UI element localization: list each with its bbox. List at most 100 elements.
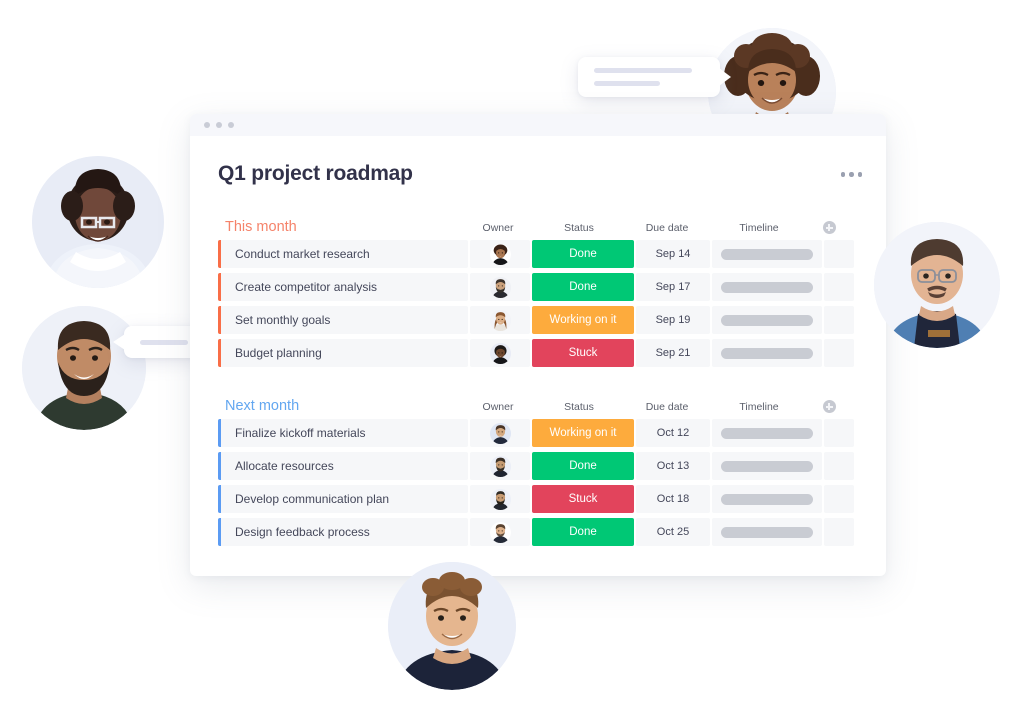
bubble-line (594, 81, 660, 86)
timeline-cell[interactable] (712, 273, 822, 301)
table-row: Create competitor analysis Done Sep 17 (218, 273, 858, 301)
column-header-due-date[interactable]: Due date (630, 401, 704, 414)
status-badge[interactable]: Working on it (532, 419, 634, 447)
timeline-cell[interactable] (712, 240, 822, 268)
row-extra-cell (824, 452, 854, 480)
timeline-bar-track[interactable] (721, 493, 813, 505)
avatar-woman-long-hair[interactable] (489, 309, 511, 331)
avatar-woman-dark-hair[interactable] (489, 342, 511, 364)
avatar-man-bald-beard[interactable] (489, 488, 511, 510)
due-date-cell[interactable]: Sep 14 (636, 240, 710, 268)
status-badge[interactable]: Done (532, 452, 634, 480)
group-title[interactable]: Next month (218, 398, 468, 414)
status-badge[interactable]: Done (532, 273, 634, 301)
timeline-bar-track[interactable] (721, 314, 813, 326)
status-badge[interactable]: Done (532, 518, 634, 546)
group-header: Next month Owner Status Due date Timeline (218, 389, 858, 413)
status-badge[interactable]: Working on it (532, 306, 634, 334)
kebab-menu-icon[interactable] (840, 172, 862, 177)
owner-cell[interactable] (470, 485, 530, 513)
timeline-cell[interactable] (712, 306, 822, 334)
bubble-line (594, 68, 692, 73)
owner-cell[interactable] (470, 306, 530, 334)
avatar-woman-curly-hair[interactable] (489, 243, 511, 265)
owner-cell[interactable] (470, 452, 530, 480)
avatar-man-short-hair[interactable] (489, 422, 511, 444)
task-name-label: Allocate resources (235, 459, 334, 473)
task-name-cell[interactable]: Allocate resources (218, 452, 468, 480)
due-date-cell[interactable]: Oct 13 (636, 452, 710, 480)
column-header-owner[interactable]: Owner (468, 401, 528, 414)
floating-avatar-man-curly-navy[interactable] (388, 562, 516, 690)
timeline-cell[interactable] (712, 339, 822, 367)
column-header-due-date[interactable]: Due date (630, 222, 704, 235)
window-dot-icon[interactable] (204, 122, 210, 128)
due-date-cell[interactable]: Sep 17 (636, 273, 710, 301)
floating-avatar-man-glasses-denim[interactable] (874, 222, 1000, 348)
timeline-bar-track[interactable] (721, 526, 813, 538)
owner-cell[interactable] (470, 273, 530, 301)
task-name-cell[interactable]: Finalize kickoff materials (218, 419, 468, 447)
owner-cell[interactable] (470, 518, 530, 546)
table-row: Budget planning Stuck Sep 21 (218, 339, 858, 367)
add-column-icon[interactable] (822, 400, 836, 413)
column-header-timeline[interactable]: Timeline (704, 401, 814, 414)
task-name-cell[interactable]: Conduct market research (218, 240, 468, 268)
table-row: Design feedback process Done Oct 25 (218, 518, 858, 546)
avatar-man-beard[interactable] (489, 276, 511, 298)
task-name-cell[interactable]: Design feedback process (218, 518, 468, 546)
chat-bubble-top (578, 57, 731, 97)
bubble-tail-icon (113, 334, 125, 350)
task-name-label: Create competitor analysis (235, 280, 378, 294)
task-name-cell[interactable]: Develop communication plan (218, 485, 468, 513)
add-column-cell (814, 221, 844, 234)
column-header-owner[interactable]: Owner (468, 222, 528, 235)
column-header-timeline[interactable]: Timeline (704, 222, 814, 235)
timeline-cell[interactable] (712, 452, 822, 480)
floating-avatar-woman-glasses[interactable] (32, 156, 164, 288)
group-title[interactable]: This month (218, 219, 468, 235)
row-extra-cell (824, 518, 854, 546)
timeline-bar-track[interactable] (721, 281, 813, 293)
group-list: This month Owner Status Due date Timeline Con… (218, 210, 858, 546)
due-date-cell[interactable]: Oct 12 (636, 419, 710, 447)
column-header-status[interactable]: Status (528, 401, 630, 414)
timeline-bar-track[interactable] (721, 460, 813, 472)
task-name-cell[interactable]: Set monthly goals (218, 306, 468, 334)
row-extra-cell (824, 485, 854, 513)
owner-cell[interactable] (470, 240, 530, 268)
page-root: Q1 project roadmap This month Owner Status… (0, 0, 1024, 709)
task-name-label: Conduct market research (235, 247, 370, 261)
avatar-man-smiling[interactable] (489, 521, 511, 543)
due-date-cell[interactable]: Sep 21 (636, 339, 710, 367)
status-badge[interactable]: Stuck (532, 339, 634, 367)
window-dot-icon[interactable] (228, 122, 234, 128)
task-name-cell[interactable]: Create competitor analysis (218, 273, 468, 301)
task-name-cell[interactable]: Budget planning (218, 339, 468, 367)
add-column-cell (814, 400, 844, 413)
status-badge[interactable]: Done (532, 240, 634, 268)
status-badge[interactable]: Stuck (532, 485, 634, 513)
task-name-label: Finalize kickoff materials (235, 426, 366, 440)
row-extra-cell (824, 273, 854, 301)
timeline-cell[interactable] (712, 485, 822, 513)
due-date-cell[interactable]: Oct 25 (636, 518, 710, 546)
timeline-cell[interactable] (712, 518, 822, 546)
owner-cell[interactable] (470, 339, 530, 367)
timeline-cell[interactable] (712, 419, 822, 447)
due-date-cell[interactable]: Sep 19 (636, 306, 710, 334)
owner-cell[interactable] (470, 419, 530, 447)
due-date-cell[interactable]: Oct 18 (636, 485, 710, 513)
table-row: Develop communication plan Stuck Oct 18 (218, 485, 858, 513)
table-row: Finalize kickoff materials Working on it O… (218, 419, 858, 447)
row-extra-cell (824, 306, 854, 334)
window-dot-icon[interactable] (216, 122, 222, 128)
timeline-bar-track[interactable] (721, 248, 813, 260)
timeline-bar-track[interactable] (721, 347, 813, 359)
timeline-bar-track[interactable] (721, 427, 813, 439)
column-header-status[interactable]: Status (528, 222, 630, 235)
table-row: Conduct market research Done Sep 14 (218, 240, 858, 268)
floating-avatar-man-beard-dark-shirt[interactable] (22, 306, 146, 430)
add-column-icon[interactable] (822, 221, 836, 234)
avatar-man-beard-2[interactable] (489, 455, 511, 477)
